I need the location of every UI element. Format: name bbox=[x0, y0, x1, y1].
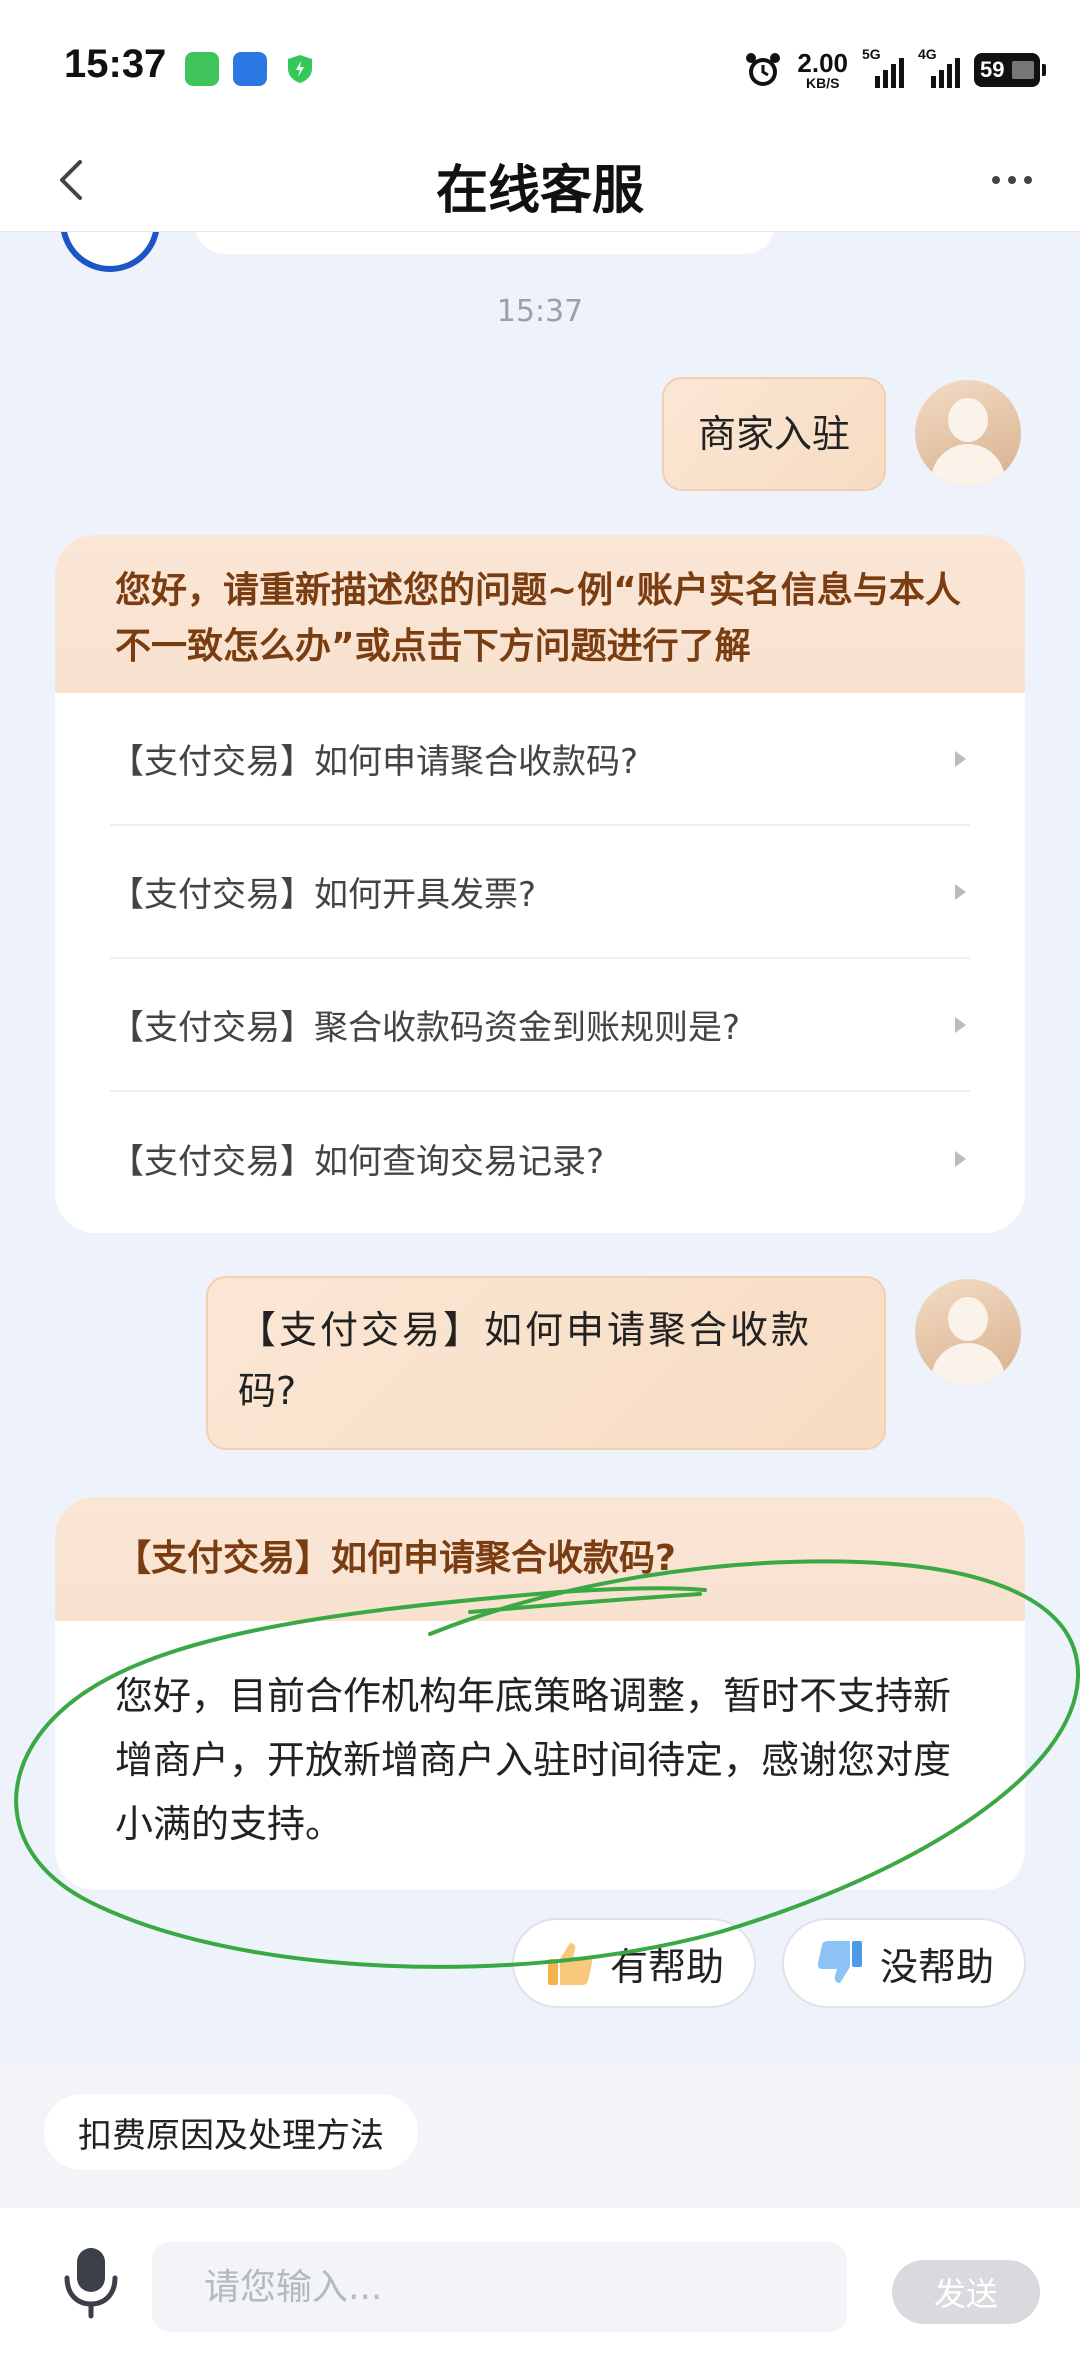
header: 在线客服 bbox=[0, 130, 1080, 232]
faq-item[interactable]: 【支付交易】聚合收款码资金到账规则是? bbox=[110, 959, 970, 1092]
user-message-bubble: 商家入驻 bbox=[662, 377, 886, 491]
user-message-bubble: 【支付交易】如何申请聚合收款 码? bbox=[206, 1276, 886, 1450]
signal-5g-icon: 5G bbox=[862, 46, 904, 88]
previous-message-bubble bbox=[195, 232, 775, 254]
status-time: 15:37 bbox=[64, 42, 167, 86]
signal-4g-tag: 4G bbox=[918, 46, 937, 62]
user-avatar bbox=[915, 380, 1021, 486]
signal-5g-tag: 5G bbox=[862, 46, 881, 62]
status-bar: 15:37 2.00 KB/S 5G 4G 59 bbox=[0, 0, 1080, 130]
user-avatar bbox=[915, 1279, 1021, 1385]
user-message-text: 商家入驻 bbox=[697, 411, 850, 456]
status-indicators: 2.00 KB/S 5G 4G 59 bbox=[743, 46, 1046, 94]
faq-item-label: 【支付交易】如何查询交易记录? bbox=[110, 1142, 605, 1182]
chevron-right-icon bbox=[955, 1150, 966, 1167]
network-speed: 2.00 KB/S bbox=[797, 50, 848, 90]
thumbs-down-icon bbox=[817, 1941, 862, 1983]
network-speed-value: 2.00 bbox=[797, 48, 848, 78]
faq-item-label: 【支付交易】如何申请聚合收款码? bbox=[110, 742, 639, 782]
helpful-button[interactable]: 有帮助 bbox=[512, 1918, 756, 2008]
faq-item[interactable]: 【支付交易】如何查询交易记录? bbox=[110, 1092, 970, 1225]
input-bar: 发送 bbox=[0, 2208, 1080, 2372]
thumbs-up-icon bbox=[547, 1943, 593, 1985]
answer-card: 【支付交易】如何申请聚合收款码? 您好，目前合作机构年底策略调整，暂时不支持新增… bbox=[55, 1497, 1025, 1890]
battery-level: 59 bbox=[980, 57, 1005, 82]
quick-phrase-bar: 扣费原因及处理方法 bbox=[0, 2062, 1080, 2208]
faq-item[interactable]: 【支付交易】如何开具发票? bbox=[110, 826, 970, 959]
chevron-right-icon bbox=[955, 1016, 966, 1033]
message-input[interactable] bbox=[152, 2242, 847, 2332]
quick-phrase-chip[interactable]: 扣费原因及处理方法 bbox=[44, 2094, 418, 2170]
alarm-icon bbox=[746, 53, 781, 86]
message-timestamp: 15:37 bbox=[496, 294, 584, 329]
chevron-right-icon bbox=[955, 750, 966, 767]
answer-card-title: 【支付交易】如何申请聚合收款码? bbox=[55, 1497, 1025, 1621]
unhelpful-label: 没帮助 bbox=[879, 1944, 994, 1989]
message-notification-icon bbox=[185, 52, 219, 86]
more-icon[interactable] bbox=[980, 152, 1044, 208]
faq-card-intro: 您好，请重新描述您的问题~例“账户实名信息与本人不一致怎么办”或点击下方问题进行… bbox=[55, 535, 1025, 693]
bot-avatar bbox=[60, 232, 160, 272]
page-title: 在线客服 bbox=[435, 161, 644, 221]
helpful-label: 有帮助 bbox=[609, 1944, 724, 1989]
battery-icon: 59 bbox=[974, 53, 1046, 87]
chat-area[interactable]: 15:37 商家入驻 您好，请重新描述您的问题~例“账户实名信息与本人不一致怎么… bbox=[0, 232, 1080, 2062]
send-button[interactable]: 发送 bbox=[892, 2260, 1040, 2324]
user-message-line: 【支付交易】如何申请聚合收款 bbox=[238, 1308, 813, 1352]
faq-item-label: 【支付交易】如何开具发票? bbox=[110, 875, 537, 915]
faq-item[interactable]: 【支付交易】如何申请聚合收款码? bbox=[110, 693, 970, 826]
app-notification-icon bbox=[233, 52, 267, 86]
answer-card-body: 您好，目前合作机构年底策略调整，暂时不支持新增商户，开放新增商户入驻时间待定，感… bbox=[115, 1674, 952, 1846]
unhelpful-button[interactable]: 没帮助 bbox=[782, 1918, 1026, 2008]
faq-card: 您好，请重新描述您的问题~例“账户实名信息与本人不一致怎么办”或点击下方问题进行… bbox=[55, 535, 1025, 1233]
shield-icon bbox=[288, 55, 312, 83]
signal-4g-icon: 4G bbox=[918, 46, 960, 88]
chevron-right-icon bbox=[955, 883, 966, 900]
user-message-line: 码? bbox=[238, 1368, 297, 1413]
faq-list: 【支付交易】如何申请聚合收款码? 【支付交易】如何开具发票? 【支付交易】聚合收… bbox=[55, 693, 1025, 1225]
faq-item-label: 【支付交易】聚合收款码资金到账规则是? bbox=[110, 1008, 741, 1048]
network-speed-unit: KB/S bbox=[805, 75, 840, 91]
microphone-icon[interactable] bbox=[60, 2242, 122, 2322]
